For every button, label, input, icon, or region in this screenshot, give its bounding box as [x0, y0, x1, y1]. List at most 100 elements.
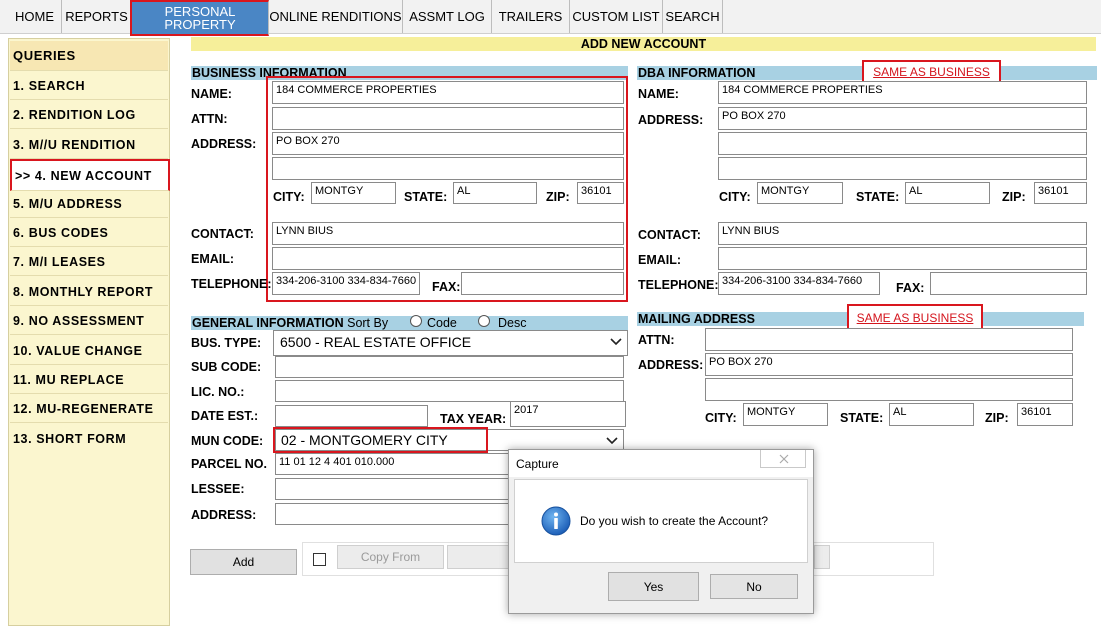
dialog-close-button[interactable]: [760, 450, 806, 468]
lic-no-input[interactable]: [275, 380, 624, 402]
business-fax-label: FAX:: [432, 280, 461, 294]
dialog-no-button[interactable]: No: [710, 574, 798, 599]
sidebar-item-mu-rendition[interactable]: 3. M//U RENDITION: [10, 131, 168, 159]
dialog-yes-button[interactable]: Yes: [608, 572, 699, 601]
business-address2-input[interactable]: [272, 157, 624, 180]
business-fax-input[interactable]: [461, 272, 624, 295]
business-name-label: NAME:: [191, 87, 232, 101]
business-email-input[interactable]: [272, 247, 624, 270]
sidebar-item-value-change[interactable]: 10. VALUE CHANGE: [10, 337, 168, 365]
bus-type-select[interactable]: 6500 - REAL ESTATE OFFICE: [273, 330, 628, 356]
lessee-input[interactable]: [275, 478, 509, 500]
business-address-label: ADDRESS:: [191, 137, 257, 151]
tab-custom-list[interactable]: CUSTOM LIST: [570, 0, 663, 33]
tax-year-label: TAX YEAR:: [440, 412, 507, 426]
mailing-address2-input[interactable]: [705, 378, 1073, 401]
dba-city-label: CITY:: [719, 190, 751, 204]
sidebar-item-monthly-report[interactable]: 8. MONTHLY REPORT: [10, 278, 168, 306]
dba-contact-input[interactable]: LYNN BIUS: [718, 222, 1087, 245]
business-name-input[interactable]: 184 COMMERCE PROPERTIES: [272, 81, 624, 104]
parcel-no-input[interactable]: 11 01 12 4 401 010.000: [275, 453, 509, 475]
sidebar-item-mi-leases[interactable]: 7. M/I LEASES: [10, 248, 168, 276]
mailing-attn-input[interactable]: [705, 328, 1073, 351]
add-button[interactable]: Add: [190, 549, 297, 575]
mailing-zip-input[interactable]: 36101: [1017, 403, 1073, 426]
mailing-state-input[interactable]: AL: [889, 403, 974, 426]
sort-desc-radio[interactable]: [478, 315, 490, 327]
top-nav: HOME REPORTS PERSONAL PROPERTY ONLINE RE…: [0, 0, 1101, 36]
lessee-address-input[interactable]: [275, 503, 509, 525]
mailing-attn-label: ATTN:: [638, 333, 675, 347]
tab-trailers[interactable]: TRAILERS: [492, 0, 570, 33]
sort-desc-label: Desc: [498, 316, 527, 330]
business-contact-input[interactable]: LYNN BIUS: [272, 222, 624, 245]
mailing-city-input[interactable]: MONTGY: [743, 403, 828, 426]
copy-from-checkbox[interactable]: [313, 553, 326, 566]
dba-fax-input[interactable]: [930, 272, 1087, 295]
sidebar-item-mu-replace[interactable]: 11. MU REPLACE: [10, 366, 168, 394]
business-contact-label: CONTACT:: [191, 227, 254, 241]
copy-from-button[interactable]: Copy From: [337, 545, 444, 569]
mun-code-value: 02 - MONTGOMERY CITY: [273, 427, 488, 453]
sidebar-item-mu-address[interactable]: 5. M/U ADDRESS: [10, 190, 168, 218]
dialog-message: Do you wish to create the Account?: [580, 514, 769, 528]
mailing-address-label: ADDRESS:: [638, 358, 704, 372]
dba-contact-label: CONTACT:: [638, 228, 701, 242]
dba-name-input[interactable]: 184 COMMERCE PROPERTIES: [718, 81, 1087, 104]
mun-code-label: MUN CODE:: [191, 434, 264, 448]
tab-home[interactable]: HOME: [8, 0, 62, 33]
page-title: ADD NEW ACCOUNT: [191, 37, 1096, 51]
date-est-input[interactable]: [275, 405, 428, 427]
sidebar-item-bus-codes[interactable]: 6. BUS CODES: [10, 219, 168, 247]
dba-email-label: EMAIL:: [638, 253, 682, 267]
mailing-city-label: CITY:: [705, 411, 737, 425]
business-state-input[interactable]: AL: [453, 182, 537, 204]
sidebar-item-short-form[interactable]: 13. SHORT FORM: [10, 425, 168, 453]
sidebar-item-search[interactable]: 1. SEARCH: [10, 72, 168, 100]
sidebar-item-new-account[interactable]: >> 4. NEW ACCOUNT: [10, 159, 170, 191]
sidebar-item-rendition-log[interactable]: 2. RENDITION LOG: [10, 101, 168, 129]
sort-code-radio[interactable]: [410, 315, 422, 327]
dba-state-input[interactable]: AL: [905, 182, 990, 204]
dba-state-label: STATE:: [856, 190, 900, 204]
dba-zip-input[interactable]: 36101: [1034, 182, 1087, 204]
lessee-address-label: ADDRESS:: [191, 508, 257, 522]
tab-search[interactable]: SEARCH: [663, 0, 723, 33]
mailing-address1-input[interactable]: PO BOX 270: [705, 353, 1073, 376]
sidebar-item-mu-regenerate[interactable]: 12. MU-REGENERATE: [10, 395, 168, 423]
copy-from-field[interactable]: [447, 545, 509, 569]
dba-city-input[interactable]: MONTGY: [757, 182, 843, 204]
business-city-input[interactable]: MONTGY: [311, 182, 396, 204]
dba-address3-input[interactable]: [718, 157, 1087, 180]
dba-address-label: ADDRESS:: [638, 113, 704, 127]
mailing-zip-label: ZIP:: [985, 411, 1009, 425]
tab-assmt-log[interactable]: ASSMT LOG: [403, 0, 492, 33]
sidebar-item-no-assessment[interactable]: 9. NO ASSESSMENT: [10, 307, 168, 335]
tab-reports[interactable]: REPORTS: [62, 0, 132, 33]
business-attn-label: ATTN:: [191, 112, 228, 126]
tab-online-renditions[interactable]: ONLINE RENDITIONS: [269, 0, 403, 33]
business-email-label: EMAIL:: [191, 252, 235, 266]
dba-same-as-business-link[interactable]: SAME AS BUSINESS: [873, 65, 990, 79]
tab-personal-property[interactable]: PERSONAL PROPERTY: [130, 0, 269, 36]
bus-type-value: 6500 - REAL ESTATE OFFICE: [280, 334, 472, 350]
dba-zip-label: ZIP:: [1002, 190, 1026, 204]
copy-from-field-end: [814, 545, 830, 569]
dba-address1-input[interactable]: PO BOX 270: [718, 107, 1087, 130]
business-telephone-input[interactable]: 334-206-3100 334-834-7660: [272, 272, 420, 295]
business-attn-input[interactable]: [272, 107, 624, 130]
sort-by-label: Sort By: [347, 316, 389, 330]
lic-no-label: LIC. NO.:: [191, 385, 245, 399]
business-telephone-label: TELEPHONE:: [191, 277, 272, 291]
mailing-same-as-business-link[interactable]: SAME AS BUSINESS: [857, 311, 974, 325]
sub-code-input[interactable]: [275, 356, 624, 378]
mailing-state-label: STATE:: [840, 411, 884, 425]
business-zip-input[interactable]: 36101: [577, 182, 624, 204]
tax-year-input[interactable]: 2017: [510, 401, 626, 427]
dba-email-input[interactable]: [718, 247, 1087, 270]
dba-fax-label: FAX:: [896, 281, 925, 295]
dba-address2-input[interactable]: [718, 132, 1087, 155]
business-address1-input[interactable]: PO BOX 270: [272, 132, 624, 155]
bus-type-label: BUS. TYPE:: [191, 336, 262, 350]
dba-telephone-input[interactable]: 334-206-3100 334-834-7660: [718, 272, 880, 295]
